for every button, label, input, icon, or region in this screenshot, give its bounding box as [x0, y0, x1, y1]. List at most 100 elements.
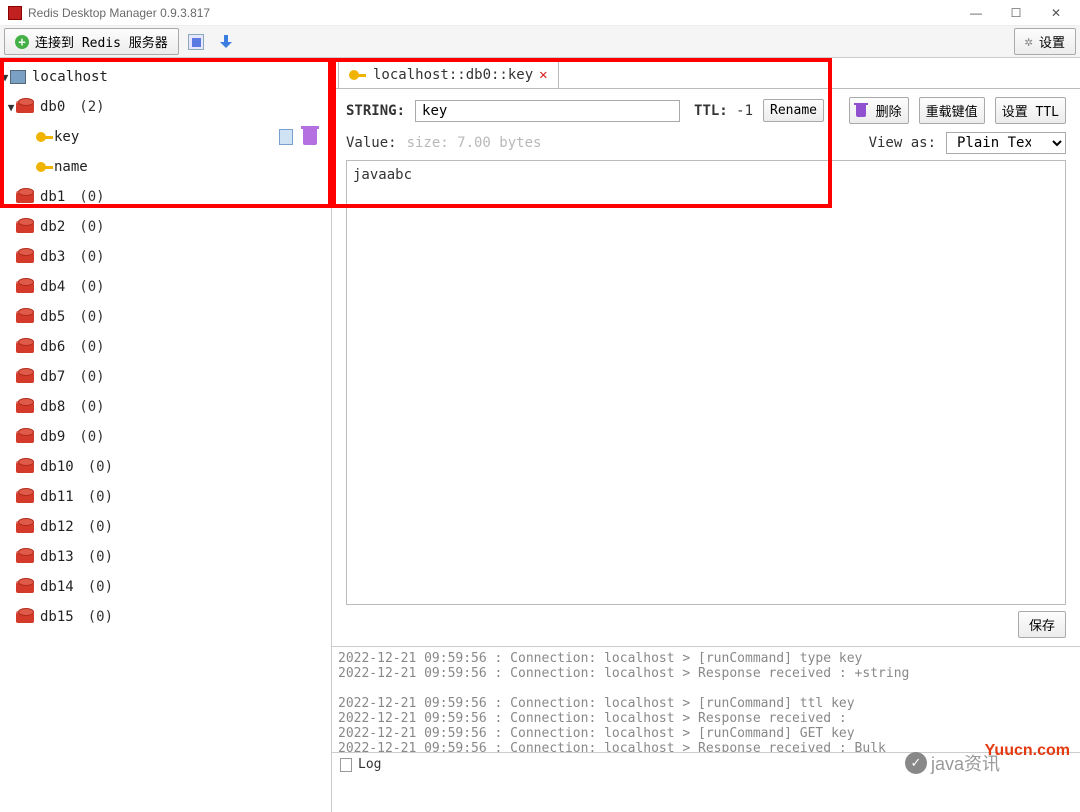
db-name: db5 [40, 309, 65, 325]
db-count: (0) [79, 309, 104, 325]
db-count: (0) [79, 249, 104, 265]
db-name: db8 [40, 399, 65, 415]
database-icon [16, 311, 34, 323]
connect-button[interactable]: + 连接到 Redis 服务器 [4, 28, 179, 55]
log-output[interactable]: 2022-12-21 09:59:56 : Connection: localh… [332, 647, 1080, 752]
database-icon [16, 401, 34, 413]
viewas-label: View as: [869, 135, 936, 151]
delete-button[interactable]: 删除 [849, 97, 909, 124]
reload-button[interactable]: 重载键值 [919, 97, 985, 124]
trash-icon[interactable] [303, 129, 317, 145]
db-name: db3 [40, 249, 65, 265]
settings-button[interactable]: ✲ 设置 [1014, 28, 1076, 55]
copy-icon[interactable] [279, 129, 293, 145]
database-icon [16, 491, 34, 503]
db-count: (0) [79, 399, 104, 415]
db-name: db0 [40, 99, 65, 115]
tree-db-db2[interactable]: db2(0) [0, 212, 331, 242]
tree-key-key[interactable]: key [0, 122, 331, 152]
tree-db-db4[interactable]: db4 (0) [0, 272, 331, 302]
db-name: db1 [40, 189, 65, 205]
value-textbox[interactable]: javaabc [346, 160, 1066, 605]
tab-key[interactable]: localhost::db0::key ✕ [338, 61, 559, 88]
db-name: db11 [40, 489, 74, 505]
tree-db-db8[interactable]: db8 (0) [0, 392, 331, 422]
tree-db-db3[interactable]: db3 (0) [0, 242, 331, 272]
db-name: db13 [40, 549, 74, 565]
watermark-site: Yuucn.com [985, 742, 1070, 760]
tree-db-db12[interactable]: db12 (0) [0, 512, 331, 542]
key-icon [36, 162, 46, 172]
maximize-button[interactable]: ☐ [996, 1, 1036, 25]
db-name: db12 [40, 519, 74, 535]
toolbar: + 连接到 Redis 服务器 ✲ 设置 [0, 26, 1080, 58]
save-row: 保存 [332, 605, 1080, 644]
gear-icon: ✲ [1025, 34, 1033, 50]
content-pane: localhost::db0::key ✕ STRING: TTL: -1 Re… [332, 58, 1080, 812]
main: ▼ localhost ▼db0(2)keynamedb1(0)db2(0)db… [0, 58, 1080, 812]
database-icon [16, 281, 34, 293]
db-count: (0) [79, 219, 104, 235]
tab-bar: localhost::db0::key ✕ [332, 58, 1080, 88]
db-count: (0) [79, 369, 104, 385]
tree-key-name[interactable]: name [0, 152, 331, 182]
value-label: Value: [346, 135, 397, 151]
db-name: db6 [40, 339, 65, 355]
db-count: (0) [88, 489, 113, 505]
database-icon [16, 461, 34, 473]
import-button[interactable] [213, 31, 239, 53]
tree-db-db10[interactable]: db10(0) [0, 452, 331, 482]
tab-label: localhost::db0::key [373, 67, 533, 83]
plus-icon: + [15, 35, 29, 49]
tree-db-db7[interactable]: db7 (0) [0, 362, 331, 392]
db-count: (0) [79, 339, 104, 355]
console-button[interactable] [183, 31, 209, 53]
db-name: db4 [40, 279, 65, 295]
server-icon [10, 70, 26, 84]
key-name: key [54, 129, 79, 145]
db-count: (0) [88, 519, 113, 535]
tree-db-db1[interactable]: db1 (0) [0, 182, 331, 212]
db-count: (0) [79, 189, 104, 205]
db-name: db7 [40, 369, 65, 385]
database-icon [16, 371, 34, 383]
type-label: STRING: [346, 103, 405, 119]
console-icon [188, 34, 204, 50]
tree-db-db0[interactable]: ▼ db0 (2) [0, 92, 331, 122]
tree-db-db9[interactable]: db9(0) [0, 422, 331, 452]
set-ttl-button[interactable]: 设置 TTL [995, 97, 1066, 124]
close-button[interactable]: ✕ [1036, 1, 1076, 25]
chevron-down-icon[interactable]: ▼ [6, 101, 16, 114]
app-icon [8, 6, 22, 20]
trash-icon [856, 105, 866, 117]
tree-db-db11[interactable]: db11 (0) [0, 482, 331, 512]
save-button[interactable]: 保存 [1018, 611, 1066, 638]
tree-db-db6[interactable]: db6 (0) [0, 332, 331, 362]
tree-db-db13[interactable]: db13(0) [0, 542, 331, 572]
db-count: (2) [79, 99, 104, 115]
database-icon [16, 101, 34, 113]
db-count: (0) [79, 279, 104, 295]
value-size: size: 7.00 bytes [407, 135, 542, 151]
ttl-label: TTL: [694, 103, 728, 119]
tree-db-db15[interactable]: db15(0) [0, 602, 331, 632]
document-icon [340, 758, 352, 772]
connection-tree[interactable]: ▼ localhost ▼db0(2)keynamedb1(0)db2(0)db… [0, 58, 332, 812]
key-detail-row: STRING: TTL: -1 Rename 删除 重载键值 设置 TTL [332, 88, 1080, 128]
download-icon [219, 35, 233, 49]
minimize-button[interactable]: — [956, 1, 996, 25]
db-name: db15 [40, 609, 74, 625]
database-icon [16, 431, 34, 443]
tree-connection[interactable]: ▼ localhost [0, 62, 331, 92]
ttl-value: -1 [736, 103, 753, 119]
key-name-input[interactable] [415, 100, 680, 122]
database-icon [16, 191, 34, 203]
close-icon[interactable]: ✕ [539, 67, 547, 83]
chevron-down-icon[interactable]: ▼ [0, 71, 10, 84]
rename-button[interactable]: Rename [763, 99, 824, 122]
key-icon [36, 132, 46, 142]
viewas-select[interactable]: Plain Text [946, 132, 1066, 154]
tree-db-db14[interactable]: db14(0) [0, 572, 331, 602]
tree-db-db5[interactable]: db5 (0) [0, 302, 331, 332]
window-titlebar: Redis Desktop Manager 0.9.3.817 — ☐ ✕ [0, 0, 1080, 26]
